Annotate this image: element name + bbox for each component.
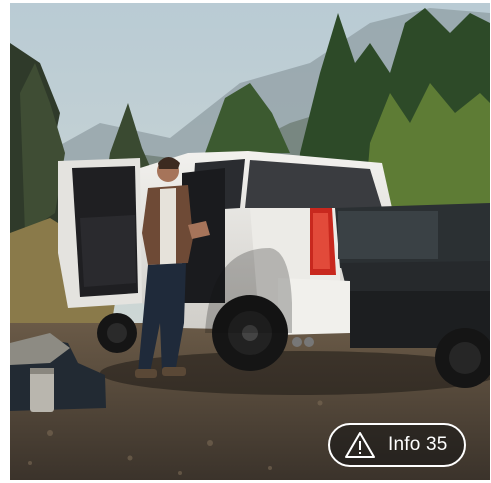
photo-frame: Info 35 xyxy=(10,3,490,480)
truck-campsite-photo xyxy=(10,3,490,480)
warning-triangle-icon xyxy=(344,431,376,459)
info-badge-button[interactable]: Info 35 xyxy=(328,423,466,467)
info-badge-label: Info 35 xyxy=(388,434,448,455)
